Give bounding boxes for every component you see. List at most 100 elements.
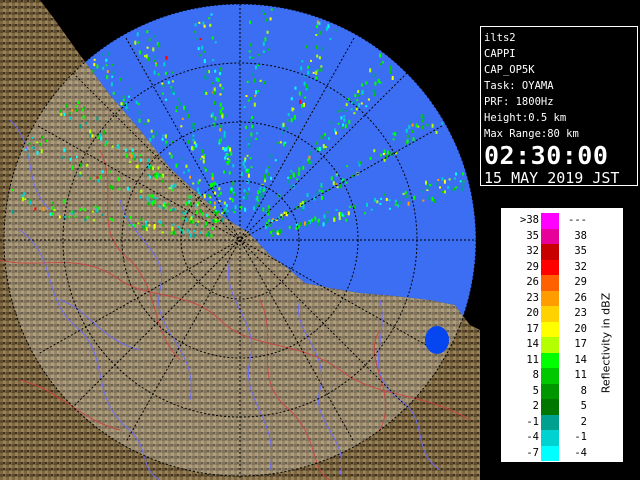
- legend-low-value: -1: [526, 415, 539, 428]
- echo-cell: [284, 141, 287, 144]
- echo-cell: [12, 209, 15, 214]
- echo-cell: [302, 165, 305, 170]
- echo-cell: [212, 227, 214, 231]
- echo-cell: [138, 154, 141, 157]
- echo-cell: [133, 224, 136, 228]
- echo-cell: [358, 103, 361, 108]
- echo-cell: [219, 191, 222, 195]
- echo-cell: [211, 36, 214, 40]
- echo-cell: [305, 45, 308, 49]
- echo-cell: [253, 78, 256, 83]
- echo-cell: [89, 177, 92, 180]
- echo-cell: [108, 170, 111, 173]
- legend-low-value: 32: [526, 245, 539, 257]
- echo-cell: [136, 32, 139, 37]
- legend-low-value: 35: [526, 229, 539, 242]
- echo-cell: [388, 199, 391, 202]
- echo-cell: [40, 149, 43, 154]
- echo-cell: [137, 103, 140, 106]
- echo-cell: [184, 217, 187, 222]
- echo-cell: [271, 219, 274, 222]
- echo-cell: [59, 109, 62, 113]
- echo-cell: [316, 141, 319, 145]
- echo-cell: [318, 31, 321, 35]
- legend-color-swatch: [541, 306, 559, 322]
- echo-cell: [317, 219, 320, 223]
- echo-cell: [212, 219, 215, 223]
- echo-cell: [230, 187, 233, 191]
- echo-cell: [348, 205, 351, 208]
- echo-cell: [240, 172, 243, 176]
- echo-cell: [365, 81, 368, 85]
- echo-cell: [462, 183, 465, 187]
- echo-cell: [144, 122, 147, 125]
- echo-cell: [99, 175, 102, 180]
- echo-cell: [425, 180, 427, 185]
- echo-cell: [189, 175, 191, 179]
- echo-cell: [218, 187, 221, 191]
- echo-cell: [454, 177, 456, 180]
- echo-cell: [462, 180, 465, 183]
- echo-cell: [140, 189, 143, 193]
- legend-low-value: 23: [526, 291, 539, 304]
- echo-cell: [373, 149, 376, 153]
- echo-cell: [167, 80, 170, 84]
- echo-cell: [205, 221, 208, 226]
- echo-cell: [290, 118, 293, 123]
- echo-cell: [192, 219, 195, 224]
- echo-cell: [58, 215, 61, 219]
- echo-cell: [280, 228, 283, 233]
- echo-cell: [347, 211, 350, 216]
- echo-cell: [72, 210, 75, 214]
- echo-cell: [318, 56, 321, 60]
- echo-cell: [71, 109, 74, 112]
- echo-cell: [332, 181, 335, 186]
- echo-cell: [321, 195, 323, 200]
- echo-cell: [406, 195, 409, 198]
- echo-cell: [157, 73, 160, 76]
- echo-cell: [145, 223, 148, 227]
- echo-cell: [184, 210, 187, 213]
- echo-cell: [391, 76, 394, 80]
- echo-cell: [246, 80, 249, 83]
- echo-cell: [165, 140, 168, 144]
- echo-cell: [304, 221, 306, 226]
- echo-cell: [290, 170, 293, 173]
- echo-cell: [155, 131, 157, 136]
- echo-cell: [232, 181, 235, 186]
- legend-color-swatch: [541, 244, 559, 260]
- echo-cell: [197, 181, 200, 185]
- echo-cell: [320, 185, 323, 188]
- echo-cell: [187, 139, 190, 144]
- echo-cell: [149, 167, 152, 169]
- echo-cell: [356, 99, 359, 102]
- legend-unit-label: Reflectivity in dBZ: [597, 278, 615, 408]
- echo-cell: [148, 224, 151, 227]
- echo-cell: [246, 154, 249, 157]
- echo-cell: [303, 81, 306, 86]
- echo-cell: [250, 166, 253, 169]
- echo-cell: [249, 157, 252, 160]
- echo-cell: [197, 191, 200, 194]
- echo-cell: [133, 157, 136, 161]
- echo-cell: [221, 212, 223, 215]
- echo-cell: [271, 234, 274, 237]
- echo-cell: [268, 48, 270, 51]
- echo-cell: [200, 54, 203, 57]
- echo-cell: [190, 216, 193, 221]
- echo-cell: [245, 196, 248, 200]
- echo-cell: [124, 148, 127, 152]
- echo-cell: [422, 199, 425, 202]
- echo-cell: [286, 119, 289, 122]
- legend-row: 20 23: [501, 306, 601, 322]
- echo-cell: [309, 150, 312, 155]
- echo-cell: [233, 211, 236, 214]
- echo-cell: [195, 37, 198, 40]
- echo-cell: [79, 208, 82, 212]
- echo-cell: [382, 153, 385, 155]
- echo-cell: [270, 8, 273, 11]
- echo-cell: [287, 176, 290, 179]
- echo-cell: [102, 66, 105, 70]
- echo-cell: [65, 103, 68, 108]
- echo-cell: [246, 192, 249, 196]
